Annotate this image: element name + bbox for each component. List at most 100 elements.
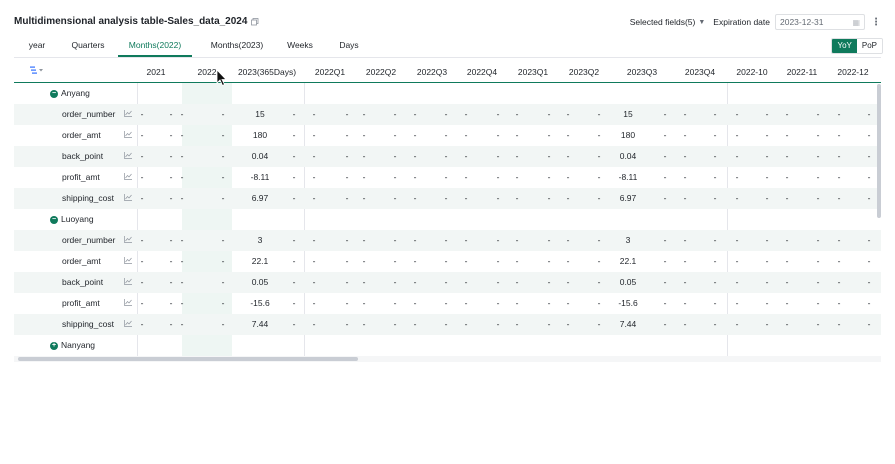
table-cell: - xyxy=(292,172,296,182)
table-cell: - xyxy=(140,298,144,308)
trend-chart-icon[interactable] xyxy=(124,173,132,182)
table-cell: - xyxy=(683,109,687,119)
collapse-icon[interactable]: − xyxy=(50,89,58,98)
table-cell: - xyxy=(496,319,500,329)
expiration-date-input[interactable]: 2023-12-31 ▦ xyxy=(775,14,865,30)
table-cell: - xyxy=(413,172,417,182)
table-cell: - xyxy=(683,256,687,266)
table-cell: - xyxy=(765,298,769,308)
column-header[interactable]: 2023Q3 xyxy=(612,62,672,83)
table-cell: - xyxy=(292,109,296,119)
trend-chart-icon[interactable] xyxy=(124,320,132,329)
table-cell: - xyxy=(496,235,500,245)
table-cell: - xyxy=(496,256,500,266)
group-row: − Luoyang xyxy=(14,209,881,230)
group-toggle[interactable]: − Anyang xyxy=(50,83,90,104)
toolbar: Selected fields(5) ▼ Expiration date 202… xyxy=(630,14,881,30)
vertical-scrollbar[interactable] xyxy=(877,84,881,218)
table-cell: - xyxy=(362,256,366,266)
column-header[interactable]: 2023(365Days) xyxy=(237,62,297,83)
expand-icon[interactable]: + xyxy=(50,341,58,350)
table-cell: - xyxy=(413,256,417,266)
pop-button[interactable]: PoP xyxy=(856,39,882,53)
tab-months-2022[interactable]: Months(2022) xyxy=(118,39,192,57)
table-cell: - xyxy=(413,298,417,308)
table-cell: - xyxy=(140,193,144,203)
trend-chart-icon[interactable] xyxy=(124,278,132,287)
tab-months-2023[interactable]: Months(2023) xyxy=(204,39,270,57)
table-cell: - xyxy=(713,151,717,161)
table-row: back_point - - - - - - - - - - - - - - - - - - - - - - - - - -0.04… xyxy=(14,146,881,167)
table-cell-value: 0.05 xyxy=(619,277,637,287)
table-cell: - xyxy=(292,193,296,203)
table-cell: - xyxy=(765,256,769,266)
table-cell: - xyxy=(785,109,789,119)
table-cell: - xyxy=(180,109,184,119)
table-cell: - xyxy=(785,193,789,203)
table-cell-value: 22.1 xyxy=(251,256,269,266)
table-cell: - xyxy=(464,151,468,161)
table-cell: - xyxy=(140,172,144,182)
group-toggle[interactable]: − Luoyang xyxy=(50,209,94,230)
trend-chart-icon[interactable] xyxy=(124,194,132,203)
table-cell: - xyxy=(837,193,841,203)
table-cell: - xyxy=(312,235,316,245)
table-cell: - xyxy=(735,109,739,119)
table-cell: - xyxy=(867,109,871,119)
column-header[interactable]: 2022 xyxy=(177,62,237,83)
table-cell: - xyxy=(765,235,769,245)
table-cell: - xyxy=(393,130,397,140)
table-cell: - xyxy=(180,235,184,245)
tab-year[interactable]: year xyxy=(26,39,48,57)
trend-chart-icon[interactable] xyxy=(124,110,132,119)
group-toggle[interactable]: + Nanyang xyxy=(50,335,95,356)
table-cell: - xyxy=(362,130,366,140)
more-options-icon[interactable]: ⋮ xyxy=(871,17,881,28)
selected-fields-dropdown[interactable]: Selected fields(5) ▼ xyxy=(630,17,706,27)
yoy-button[interactable]: YoY xyxy=(832,39,857,53)
copy-icon[interactable] xyxy=(251,17,259,26)
column-header[interactable]: 2023Q4 xyxy=(670,62,730,83)
table-cell: - xyxy=(444,277,448,287)
trend-chart-icon[interactable] xyxy=(124,152,132,161)
table-cell: - xyxy=(816,193,820,203)
table-cell: - xyxy=(345,256,349,266)
table-row: order_amt - - - - - - - - - - - - - - - - - - - - - - - - - -22.1 2… xyxy=(14,251,881,272)
tab-days[interactable]: Days xyxy=(338,39,360,57)
table-cell: - xyxy=(867,172,871,182)
column-header[interactable]: 2023Q2 xyxy=(554,62,614,83)
horizontal-scrollbar[interactable] xyxy=(18,357,358,361)
table-cell-value: 6.97 xyxy=(619,193,637,203)
table-cell: - xyxy=(735,298,739,308)
table-cell: - xyxy=(735,235,739,245)
group-name: Nanyang xyxy=(61,340,96,350)
table-cell: - xyxy=(816,151,820,161)
table-cell-value: 0.05 xyxy=(251,277,269,287)
collapse-icon[interactable]: − xyxy=(50,215,58,224)
table-cell: - xyxy=(597,256,601,266)
tab-weeks[interactable]: Weeks xyxy=(286,39,314,57)
table-cell: - xyxy=(515,277,519,287)
dimension-filter-icon[interactable] xyxy=(30,66,44,77)
table-cell: - xyxy=(393,235,397,245)
table-cell: - xyxy=(393,193,397,203)
table-cell: - xyxy=(312,256,316,266)
table-cell: - xyxy=(180,151,184,161)
trend-chart-icon[interactable] xyxy=(124,236,132,245)
trend-chart-icon[interactable] xyxy=(124,299,132,308)
table-cell: - xyxy=(547,193,551,203)
tab-quarters[interactable]: Quarters xyxy=(68,39,108,57)
table-cell: - xyxy=(413,193,417,203)
table-cell: - xyxy=(566,151,570,161)
table-cell-value: -15.6 xyxy=(250,298,270,308)
table-cell: - xyxy=(816,256,820,266)
table-cell: - xyxy=(837,256,841,266)
table-cell: - xyxy=(785,172,789,182)
page-title: Multidimensional analysis table-Sales_da… xyxy=(14,16,248,27)
trend-chart-icon[interactable] xyxy=(124,131,132,140)
metric-name: back_point xyxy=(62,151,104,161)
trend-chart-icon[interactable] xyxy=(124,257,132,266)
table-cell: - xyxy=(735,256,739,266)
table-row: order_number - - - - - - - - - - - - - - - - - - - - - - - - - -15… xyxy=(14,104,881,125)
column-header[interactable]: 2022-12 xyxy=(823,62,881,83)
